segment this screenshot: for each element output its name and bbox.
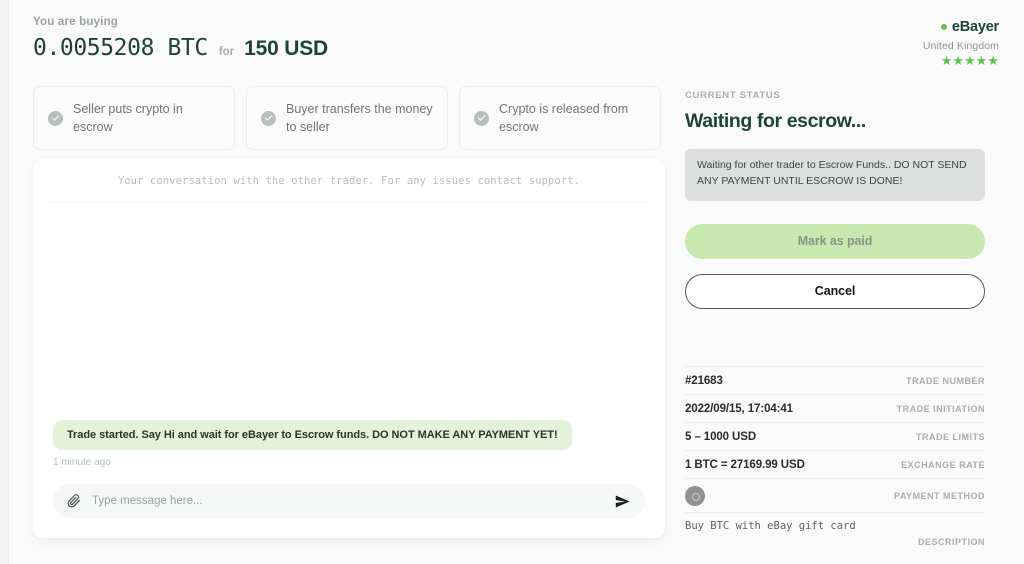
- chat-input-row[interactable]: [53, 484, 645, 518]
- attachment-icon[interactable]: [67, 494, 81, 508]
- status-dot-icon: [940, 24, 947, 30]
- rating-stars-icon: ★★★★★: [940, 53, 999, 68]
- step-label: Buyer transfers the money to seller: [286, 101, 433, 134]
- detail-row-trade-limits: 5 – 1000 USD TRADE LIMITS: [685, 422, 985, 450]
- send-icon[interactable]: [614, 493, 631, 510]
- mark-as-paid-button[interactable]: Mark as paid: [685, 223, 985, 259]
- brand-name: eBayer: [951, 19, 999, 35]
- step-label: Crypto is released from escrow: [499, 101, 629, 134]
- amount-fiat: 150 USD: [244, 37, 328, 60]
- escrow-steps: Seller puts crypto in escrow Buyer trans…: [33, 86, 661, 150]
- check-circle-icon: [261, 110, 276, 126]
- trade-initiation-value: 2022/09/15, 17:04:41: [685, 402, 793, 415]
- brand-name-row: eBayer: [923, 19, 999, 35]
- detail-row-description: Buy BTC with eBay gift card DESCRIPTION: [685, 512, 985, 551]
- detail-row-trade-initiation: 2022/09/15, 17:04:41 TRADE INITIATION: [685, 394, 985, 422]
- check-circle-icon: [48, 110, 63, 126]
- trade-number-value: #21683: [685, 374, 723, 387]
- trade-details: #21683 TRADE NUMBER 2022/09/15, 17:04:41…: [685, 366, 985, 551]
- step-card-2: Buyer transfers the money to seller: [246, 86, 448, 150]
- status-panel: CURRENT STATUS Waiting for escrow... Wai…: [685, 90, 985, 309]
- brand-block: eBayer United Kingdom ★★★★★: [923, 19, 999, 67]
- current-status-title: Waiting for escrow...: [685, 110, 866, 132]
- escrow-notice: Waiting for other trader to Escrow Funds…: [685, 149, 985, 201]
- payment-method-icon: [685, 485, 705, 506]
- check-circle-icon: [474, 110, 489, 126]
- step-label: Seller puts crypto in escrow: [73, 101, 183, 134]
- cancel-button[interactable]: Cancel: [685, 273, 985, 309]
- step-card-1: Seller puts crypto in escrow: [33, 86, 235, 150]
- exchange-rate-value: 1 BTC = 27169.99 USD: [685, 458, 805, 471]
- payment-method-label: PAYMENT METHOD: [893, 490, 985, 501]
- detail-row-trade-number: #21683 TRADE NUMBER: [685, 366, 985, 394]
- detail-row-exchange-rate: 1 BTC = 27169.99 USD EXCHANGE RATE: [685, 450, 985, 478]
- chat-message-time: 1 minute ago: [53, 457, 111, 468]
- chat-bubble-system: Trade started. Say Hi and wait for eBaye…: [53, 420, 572, 450]
- current-status-label: CURRENT STATUS: [685, 90, 781, 101]
- exchange-rate-label: EXCHANGE RATE: [901, 459, 985, 470]
- brand-country: United Kingdom: [922, 40, 999, 52]
- trade-limits-value: 5 – 1000 USD: [685, 430, 757, 443]
- chat-message: Trade started. Say Hi and wait for eBaye…: [53, 420, 572, 468]
- chat-header-note: Your conversation with the other trader.…: [117, 175, 581, 187]
- trade-amount: 0.0055208 BTC for 150 USD: [33, 35, 733, 61]
- amount-for-label: for: [218, 46, 235, 58]
- description-label: DESCRIPTION: [917, 537, 985, 547]
- amount-crypto: 0.0055208 BTC: [33, 35, 208, 61]
- chat-message-list: Trade started. Say Hi and wait for eBaye…: [33, 202, 665, 484]
- trade-number-label: TRADE NUMBER: [906, 375, 985, 386]
- trade-initiation-label: TRADE INITIATION: [896, 403, 985, 414]
- trade-header: You are buying 0.0055208 BTC for 150 USD: [33, 16, 733, 61]
- trade-page: You are buying 0.0055208 BTC for 150 USD…: [8, 0, 1024, 564]
- buying-label: You are buying: [33, 16, 119, 28]
- detail-row-payment-method: PAYMENT METHOD: [685, 478, 985, 512]
- step-card-3: Crypto is released from escrow: [459, 86, 661, 150]
- chat-card: Your conversation with the other trader.…: [33, 159, 665, 538]
- trade-limits-label: TRADE LIMITS: [916, 431, 985, 442]
- chat-message-input[interactable]: [92, 495, 603, 507]
- description-value: Buy BTC with eBay gift card: [685, 520, 856, 532]
